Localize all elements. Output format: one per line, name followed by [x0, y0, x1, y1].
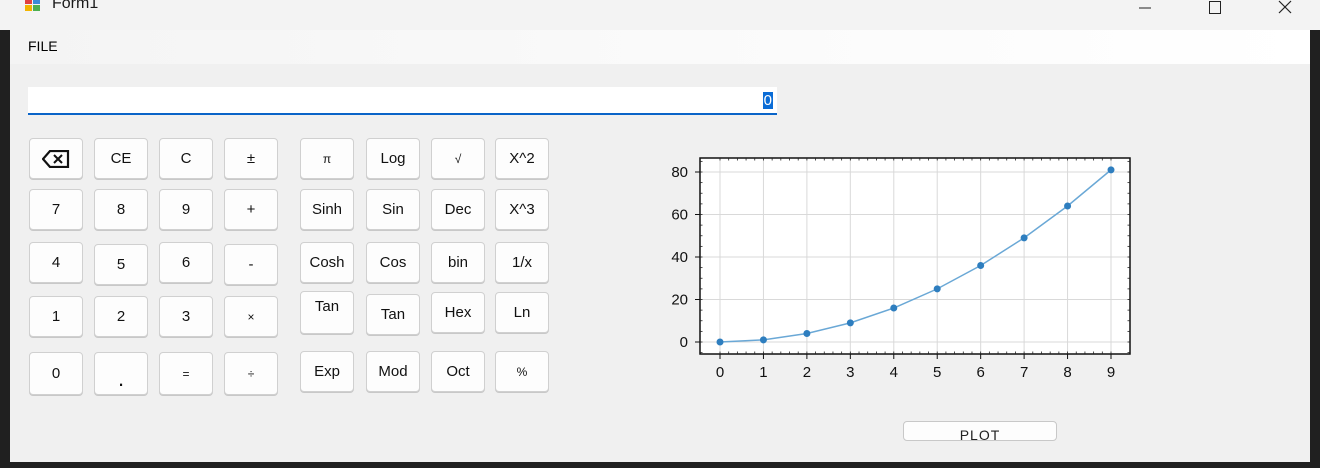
- y-tick-label: 0: [680, 334, 688, 351]
- maximize-button[interactable]: [1192, 0, 1238, 20]
- data-point: [803, 330, 811, 337]
- window-border-left: [0, 0, 10, 468]
- x-tick-label: 5: [933, 364, 941, 381]
- cube-button[interactable]: X^3: [495, 189, 549, 230]
- pi-button[interactable]: π: [300, 138, 354, 179]
- display-value: 0: [762, 92, 773, 109]
- ln-button[interactable]: Ln: [495, 292, 549, 333]
- data-point: [933, 285, 941, 293]
- data-point: [1107, 166, 1115, 174]
- minimize-button[interactable]: [1122, 0, 1168, 20]
- x-tick-label: 2: [803, 364, 811, 381]
- plot-chart: 0 1 2 3 4 5 6 7 8 9 0 20 40 60 80: [640, 145, 1160, 395]
- display-field[interactable]: 0: [28, 87, 777, 115]
- digit-2-button[interactable]: 2: [94, 296, 148, 337]
- x-tick-label: 4: [890, 364, 898, 381]
- oct-button[interactable]: Oct: [431, 351, 485, 392]
- backspace-icon: [42, 149, 70, 168]
- plot-area: [700, 158, 1130, 354]
- multiply-button[interactable]: ×: [224, 296, 278, 337]
- digit-7-button[interactable]: 7: [29, 189, 83, 230]
- digit-6-button[interactable]: 6: [159, 242, 213, 283]
- square-button[interactable]: X^2: [495, 138, 549, 179]
- data-point: [1064, 202, 1072, 210]
- sqrt-button[interactable]: √: [431, 138, 485, 179]
- clear-button[interactable]: C: [159, 138, 213, 179]
- x-tick-label: 3: [846, 364, 854, 381]
- digit-0-button[interactable]: 0: [29, 352, 83, 395]
- dec-button[interactable]: Dec: [431, 189, 485, 230]
- x-tick-label: 7: [1020, 364, 1028, 381]
- subtract-button[interactable]: -: [224, 244, 278, 285]
- x-tick-label: 8: [1063, 364, 1071, 381]
- x-tick-label: 9: [1107, 364, 1115, 381]
- menu-file[interactable]: FILE: [28, 38, 58, 54]
- data-point: [1020, 234, 1028, 242]
- cos-button[interactable]: Cos: [366, 242, 420, 283]
- y-tick-label: 20: [671, 292, 688, 309]
- add-button[interactable]: +: [224, 189, 278, 230]
- sin-button[interactable]: Sin: [366, 189, 420, 230]
- decimal-point-button[interactable]: .: [94, 352, 148, 395]
- percent-button[interactable]: %: [495, 351, 549, 392]
- hex-button[interactable]: Hex: [431, 292, 485, 333]
- app-icon: [24, 0, 42, 14]
- x-tick-label: 6: [976, 364, 984, 381]
- data-point: [890, 304, 898, 312]
- plot-button[interactable]: PLOT: [903, 421, 1057, 441]
- digit-4-button[interactable]: 4: [29, 242, 83, 283]
- divide-button[interactable]: ÷: [224, 352, 278, 395]
- close-button[interactable]: [1262, 0, 1308, 20]
- window-title: Form1: [52, 0, 99, 12]
- plus-minus-button[interactable]: ±: [224, 138, 278, 179]
- digit-8-button[interactable]: 8: [94, 189, 148, 230]
- digit-3-button[interactable]: 3: [159, 296, 213, 337]
- data-point: [846, 319, 854, 327]
- backspace-button[interactable]: [29, 138, 83, 179]
- bin-button[interactable]: bin: [431, 242, 485, 283]
- reciprocal-button[interactable]: 1/x: [495, 242, 549, 283]
- exp-button[interactable]: Exp: [300, 351, 354, 392]
- digit-5-button[interactable]: 5: [94, 244, 148, 285]
- mod-button[interactable]: Mod: [366, 351, 420, 392]
- close-icon: [1278, 0, 1292, 14]
- minimize-icon: [1139, 7, 1151, 9]
- tanh-button[interactable]: Tan: [300, 291, 354, 334]
- window-border-right: [1310, 0, 1320, 468]
- data-point: [759, 336, 767, 344]
- y-tick-label: 40: [671, 249, 688, 266]
- data-point: [977, 262, 985, 269]
- digit-1-button[interactable]: 1: [29, 296, 83, 337]
- chart-svg: 0 1 2 3 4 5 6 7 8 9 0 20 40 60 80: [671, 157, 1131, 381]
- menu-bar: FILE: [10, 30, 1310, 64]
- title-bar[interactable]: Form1: [0, 0, 1320, 30]
- x-tick-label: 1: [759, 364, 767, 381]
- data-point: [716, 338, 724, 346]
- y-tick-label: 60: [671, 207, 688, 224]
- clear-entry-button[interactable]: CE: [94, 138, 148, 179]
- y-tick-label: 80: [671, 164, 688, 181]
- maximize-icon: [1209, 1, 1221, 14]
- sinh-button[interactable]: Sinh: [300, 189, 354, 230]
- tan-button[interactable]: Tan: [366, 294, 420, 335]
- log-button[interactable]: Log: [366, 138, 420, 179]
- equals-button[interactable]: =: [159, 352, 213, 395]
- digit-9-button[interactable]: 9: [159, 189, 213, 230]
- cosh-button[interactable]: Cosh: [300, 242, 354, 283]
- x-tick-label: 0: [716, 364, 724, 381]
- window-border-bottom: [0, 462, 1320, 468]
